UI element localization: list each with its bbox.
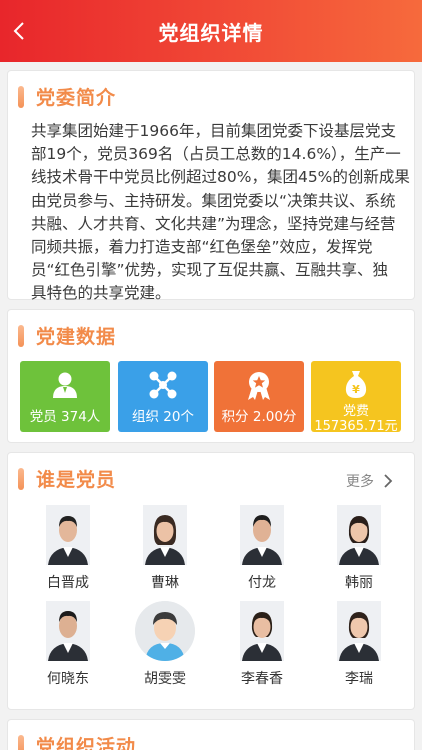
member-name: 胡雯雯 [144,671,186,687]
intro-line: 具特色的共享党建。 [31,284,171,303]
member-photo [135,601,195,661]
section-title: 党建数据 [36,326,117,348]
section-title: 党组织活动 [36,736,137,750]
member-item[interactable]: 何晓东 [32,601,104,688]
member-icon [53,372,77,398]
section-header: 党组织活动 [18,732,136,750]
svg-text:¥: ¥ [352,383,360,396]
stat-tile-fees[interactable]: ¥ 党费 157365.71元 [311,361,401,432]
member-item[interactable]: 白晋成 [32,505,104,592]
intro-line: 由党员参与、主持研发。集团党委以“决策共议、系统 [31,191,396,210]
stat-label: 党费 [342,404,369,419]
stat-label: 党员 374人 [29,409,101,425]
intro-text: 共享集团始建于1966年，目前集团党委下设基层党支 部19个，党员369名（占员… [31,120,415,306]
party-members-card: 谁是党员 更多 白晋成 曹琳 付龙 韩丽 何晓东 胡雯雯 李春香 李瑞 [7,452,415,710]
money-bag-icon: ¥ [345,371,367,398]
member-item[interactable]: 曹琳 [129,505,201,592]
intro-line: 部19个，党员369名（占员工总数的14.6%），生产一 [31,145,401,164]
stat-value: 157365.71元 [314,419,398,432]
section-marker [18,734,24,750]
member-photo [337,505,381,565]
medal-icon [248,372,270,400]
member-photo [46,601,90,661]
party-stats-card: 党建数据 党员 374人 组织 20个 积分 2.00分 ¥ 党费 157365… [7,309,415,443]
section-header: 党委简介 [18,83,116,110]
member-name: 李瑞 [345,671,373,687]
stat-tile-members[interactable]: 党员 374人 [20,361,110,432]
intro-line: 员“红色引擎”优势，实现了互促共赢、互融共享、独 [31,261,389,280]
chevron-left-icon [13,22,24,40]
section-title: 党委简介 [36,87,117,109]
member-photo [240,601,284,661]
chevron-right-icon [384,474,393,488]
section-title: 谁是党员 [36,469,117,491]
section-marker [18,324,24,347]
section-marker [18,85,24,108]
more-link[interactable]: 更多 [346,471,396,491]
member-photo [240,505,284,565]
member-name: 付龙 [248,575,276,591]
member-name: 韩丽 [345,575,373,591]
default-avatar-icon [135,601,195,661]
intro-line: 共融、人才共育、文化共建”为理念，坚持党建与经营 [31,214,396,233]
section-header: 谁是党员 [18,465,116,492]
member-name: 李春香 [241,671,283,687]
member-photo [337,601,381,661]
member-item[interactable]: 李瑞 [323,601,395,688]
member-name: 白晋成 [47,575,89,591]
stat-label: 组织 20个 [132,409,194,425]
member-item[interactable]: 李春香 [226,601,298,688]
member-item[interactable]: 付龙 [226,505,298,592]
member-photo [46,505,90,565]
intro-line: 同频共振，着力打造支部“红色堡垒”效应，发挥党 [31,238,373,257]
intro-line: 线技术骨干中党员比例超过80%，集团45%的创新成果 [31,168,410,187]
organization-icon [149,371,177,399]
stat-tile-organizations[interactable]: 组织 20个 [118,361,208,432]
stat-label: 积分 2.00分 [221,409,297,425]
member-name: 曹琳 [151,575,179,591]
party-activity-card: 党组织活动 [7,719,415,750]
party-intro-card: 党委简介 共享集团始建于1966年，目前集团党委下设基层党支 部19个，党员36… [7,70,415,302]
member-item[interactable]: 胡雯雯 [129,601,201,688]
member-item[interactable]: 韩丽 [323,505,395,592]
more-label: 更多 [346,474,374,490]
section-marker [18,467,24,490]
intro-line: 共享集团始建于1966年，目前集团党委下设基层党支 [31,122,396,140]
top-bar: 党组织详情 [0,0,422,62]
member-photo [143,505,187,565]
back-button[interactable] [6,16,32,46]
section-header: 党建数据 [18,322,116,349]
stat-tile-points[interactable]: 积分 2.00分 [214,361,304,432]
member-name: 何晓东 [47,671,89,687]
page-title: 党组织详情 [158,20,264,45]
